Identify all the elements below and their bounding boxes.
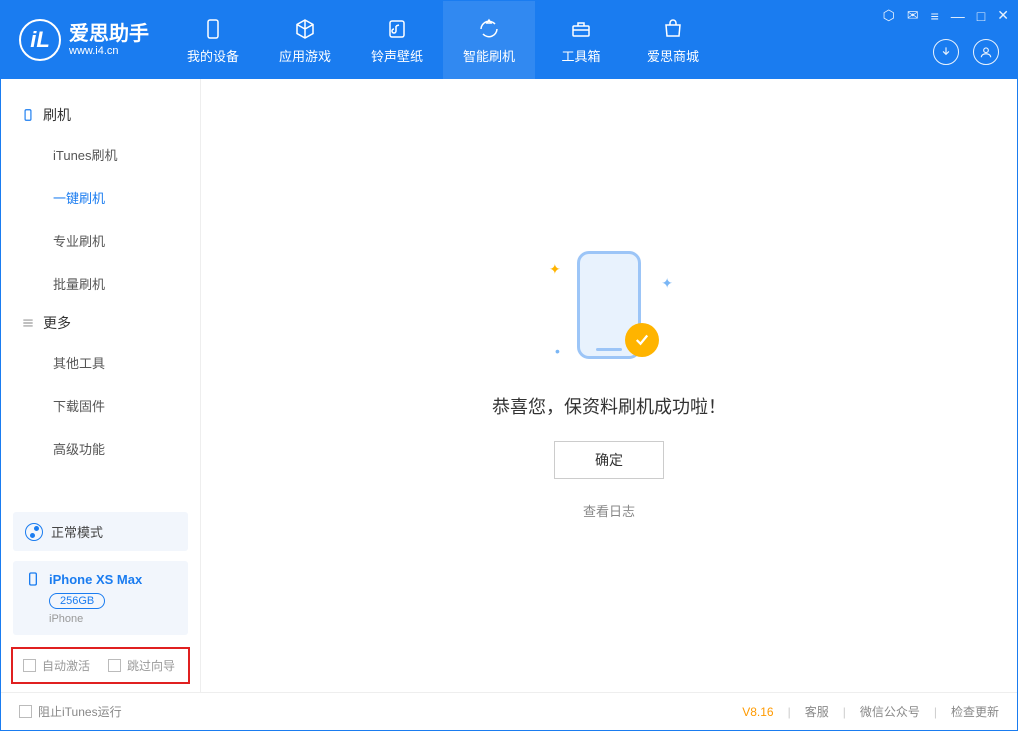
mode-icon — [25, 523, 43, 541]
logo-badge-icon: iL — [19, 19, 61, 61]
checkbox-block-itunes[interactable]: 阻止iTunes运行 — [19, 703, 122, 720]
tab-store[interactable]: 爱思商城 — [627, 1, 719, 79]
device-capacity: 256GB — [49, 593, 105, 609]
tab-label: 工具箱 — [561, 46, 600, 65]
tab-label: 智能刷机 — [463, 46, 515, 65]
menu-icon[interactable]: ≡ — [931, 8, 939, 24]
tab-toolbox[interactable]: 工具箱 — [535, 1, 627, 79]
checkbox-icon — [108, 659, 121, 672]
minimize-icon[interactable]: ― — [951, 8, 965, 24]
sidebar-group-label: 刷机 — [43, 105, 71, 125]
sidebar-group-flash: 刷机 — [1, 97, 200, 133]
sidebar-item-download-firmware[interactable]: 下载固件 — [1, 384, 200, 427]
success-message: 恭喜您，保资料刷机成功啦！ — [492, 393, 726, 419]
footer: 阻止iTunes运行 V8.16 | 客服 | 微信公众号 | 检查更新 — [1, 692, 1017, 730]
store-icon — [660, 16, 686, 42]
sidebar-item-other-tools[interactable]: 其他工具 — [1, 341, 200, 384]
checkbox-label: 跳过向导 — [127, 657, 175, 674]
music-icon — [384, 16, 410, 42]
sidebar-item-advanced[interactable]: 高级功能 — [1, 427, 200, 470]
tab-apps-games[interactable]: 应用游戏 — [259, 1, 351, 79]
header: iL 爱思助手 www.i4.cn 我的设备 应用游戏 铃声壁纸 智能刷机 工具… — [1, 1, 1017, 79]
sparkle-icon: • — [555, 343, 560, 359]
feedback-icon[interactable]: ✉ — [907, 7, 919, 24]
logo[interactable]: iL 爱思助手 www.i4.cn — [1, 19, 167, 61]
download-icon[interactable] — [933, 39, 959, 65]
check-badge-icon — [625, 323, 659, 357]
options-box: 自动激活 跳过向导 — [11, 647, 190, 684]
checkbox-auto-activate[interactable]: 自动激活 — [23, 657, 90, 674]
tab-label: 我的设备 — [187, 46, 239, 65]
shirt-icon[interactable]: ⬡ — [883, 7, 895, 24]
maximize-icon[interactable]: □ — [977, 8, 985, 24]
logo-url: www.i4.cn — [69, 45, 149, 57]
main-content: ✦ ✦ • 恭喜您，保资料刷机成功啦！ 确定 查看日志 — [201, 79, 1017, 692]
device-name: iPhone XS Max — [49, 572, 142, 587]
sidebar-item-batch-flash[interactable]: 批量刷机 — [1, 262, 200, 305]
sidebar: 刷机 iTunes刷机 一键刷机 专业刷机 批量刷机 更多 其他工具 下载固件 … — [1, 79, 201, 692]
checkbox-icon — [23, 659, 36, 672]
toolbox-icon — [568, 16, 594, 42]
checkbox-icon — [19, 705, 32, 718]
tab-smart-flash[interactable]: 智能刷机 — [443, 1, 535, 79]
sidebar-group-label: 更多 — [43, 313, 71, 333]
tab-label: 应用游戏 — [279, 46, 331, 65]
close-icon[interactable]: ✕ — [997, 7, 1009, 24]
checkbox-label: 阻止iTunes运行 — [38, 703, 122, 720]
support-link[interactable]: 客服 — [805, 703, 829, 720]
list-icon — [21, 316, 35, 330]
success-graphic: ✦ ✦ • — [549, 251, 669, 371]
sidebar-item-itunes-flash[interactable]: iTunes刷机 — [1, 133, 200, 176]
view-log-link[interactable]: 查看日志 — [583, 501, 635, 520]
device-mode-label: 正常模式 — [51, 522, 103, 541]
header-action-icons — [933, 39, 999, 65]
version-label: V8.16 — [742, 705, 773, 719]
logo-title: 爱思助手 — [69, 23, 149, 45]
check-update-link[interactable]: 检查更新 — [951, 703, 999, 720]
ok-button[interactable]: 确定 — [554, 441, 664, 479]
sidebar-item-pro-flash[interactable]: 专业刷机 — [1, 219, 200, 262]
tab-ringtone-wallpaper[interactable]: 铃声壁纸 — [351, 1, 443, 79]
phone-icon — [21, 108, 35, 122]
tab-my-device[interactable]: 我的设备 — [167, 1, 259, 79]
main-tabs: 我的设备 应用游戏 铃声壁纸 智能刷机 工具箱 爱思商城 — [167, 1, 719, 79]
cube-icon — [292, 16, 318, 42]
window-controls: ⬡ ✉ ≡ ― □ ✕ — [883, 7, 1009, 24]
device-type: iPhone — [49, 613, 176, 625]
device-info-card[interactable]: iPhone XS Max 256GB iPhone — [13, 561, 188, 635]
sidebar-item-oneclick-flash[interactable]: 一键刷机 — [1, 176, 200, 219]
device-mode-card[interactable]: 正常模式 — [13, 512, 188, 551]
tab-label: 爱思商城 — [647, 46, 699, 65]
sparkle-icon: ✦ — [661, 275, 673, 292]
sparkle-icon: ✦ — [549, 261, 561, 278]
user-icon[interactable] — [973, 39, 999, 65]
refresh-icon — [476, 16, 502, 42]
phone-icon — [25, 571, 41, 587]
sidebar-group-more: 更多 — [1, 305, 200, 341]
tab-label: 铃声壁纸 — [371, 46, 423, 65]
checkbox-label: 自动激活 — [42, 657, 90, 674]
wechat-link[interactable]: 微信公众号 — [860, 703, 920, 720]
checkbox-skip-guide[interactable]: 跳过向导 — [108, 657, 175, 674]
device-icon — [200, 16, 226, 42]
